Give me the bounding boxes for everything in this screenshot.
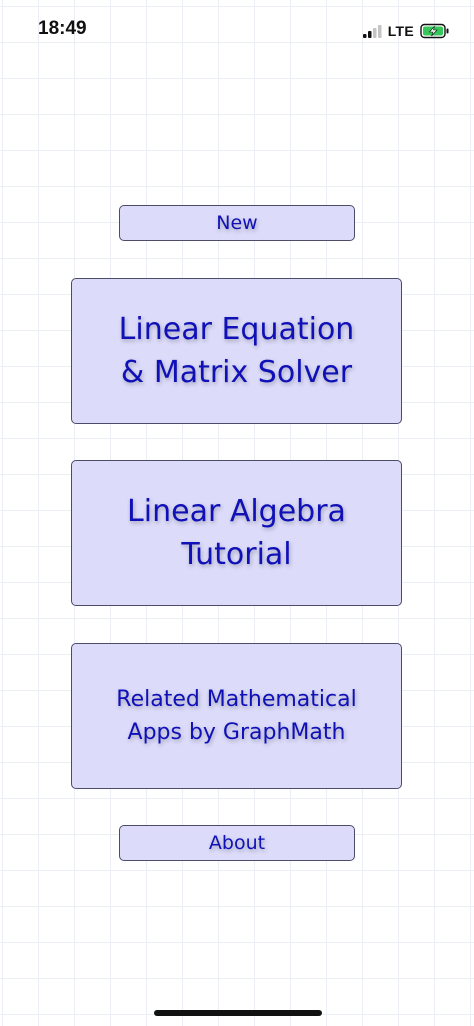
status-bar: 18:49 LTE xyxy=(0,0,474,60)
about-button[interactable]: About xyxy=(119,825,355,861)
tutorial-button-label: Linear Algebra Tutorial xyxy=(127,493,346,573)
new-button[interactable]: New xyxy=(119,205,355,241)
linear-algebra-tutorial-button[interactable]: Linear Algebra Tutorial xyxy=(71,460,402,606)
about-button-label: About xyxy=(208,831,266,854)
related-apps-button-label: Related Mathematical Apps by GraphMath xyxy=(116,687,357,745)
battery-charging-icon xyxy=(420,23,449,39)
network-type-label: LTE xyxy=(387,23,414,39)
related-apps-button[interactable]: Related Mathematical Apps by GraphMath xyxy=(71,643,402,789)
signal-bars-icon xyxy=(362,25,382,38)
home-indicator[interactable] xyxy=(154,1010,322,1016)
linear-equation-matrix-solver-button[interactable]: Linear Equation & Matrix Solver xyxy=(71,278,402,424)
new-button-label: New xyxy=(216,211,258,234)
status-time: 18:49 xyxy=(38,18,87,39)
solver-button-label: Linear Equation & Matrix Solver xyxy=(118,311,355,391)
status-indicators: LTE xyxy=(362,21,450,41)
